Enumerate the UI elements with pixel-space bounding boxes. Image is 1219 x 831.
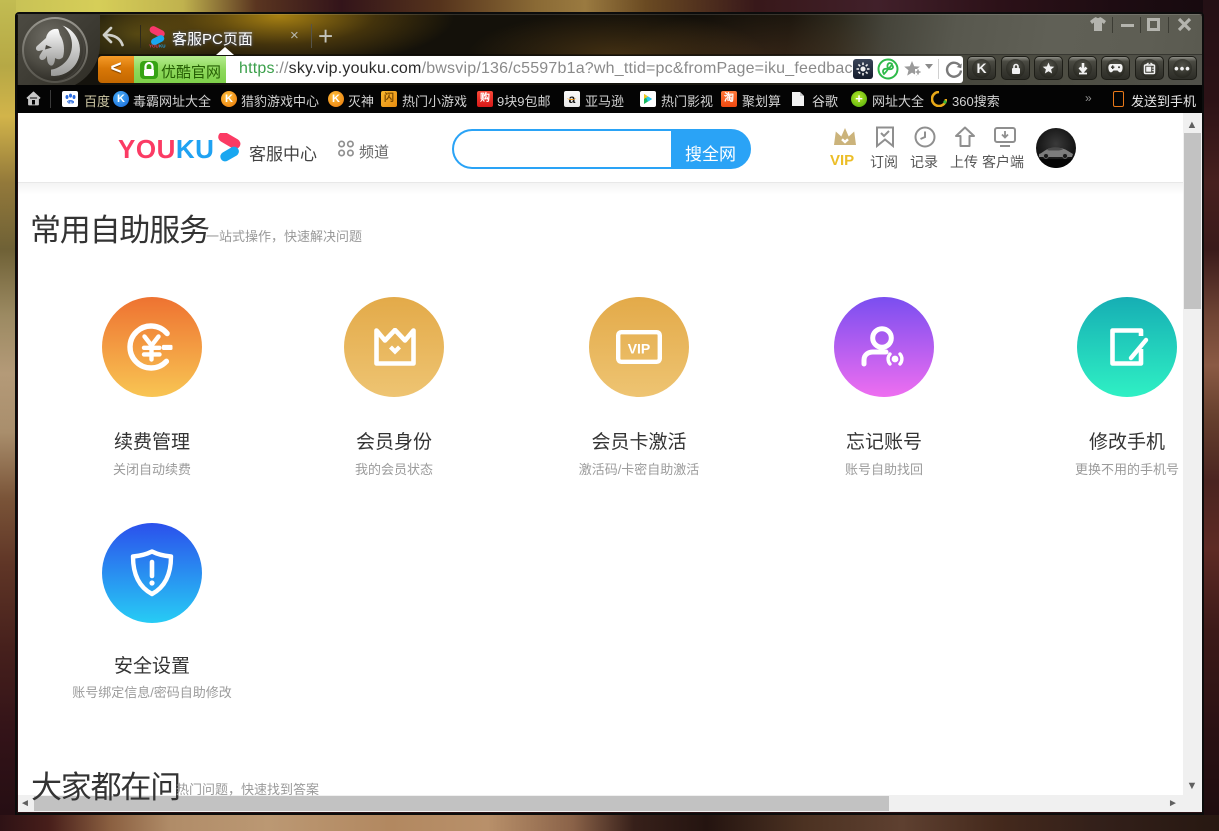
svg-text:VIP: VIP (628, 341, 651, 357)
svg-text:KU: KU (159, 44, 166, 49)
svg-text:YOU: YOU (149, 44, 159, 49)
svg-text:cu: cu (67, 100, 73, 105)
